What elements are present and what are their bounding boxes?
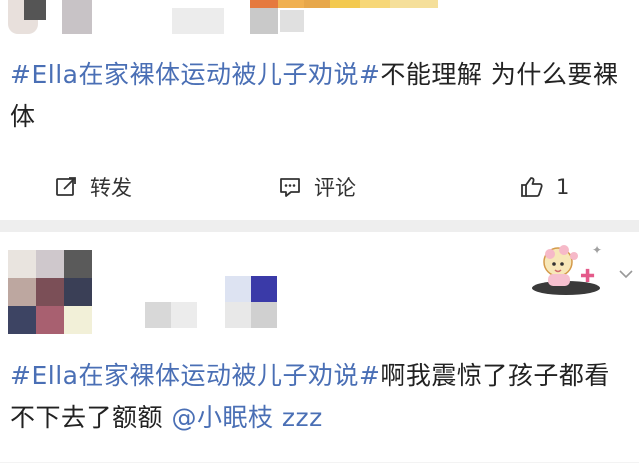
username-redacted[interactable] bbox=[145, 278, 225, 332]
card-divider bbox=[0, 220, 639, 232]
avatar[interactable] bbox=[8, 250, 92, 334]
thumbs-up-icon bbox=[520, 175, 544, 199]
post-card-1: #Ella在家裸体运动被儿子劝说#不能理解 为什么要裸体 转发 评论 1 bbox=[0, 0, 639, 220]
comment-label: 评论 bbox=[314, 176, 356, 200]
repost-button[interactable]: 转发 bbox=[54, 170, 132, 204]
chevron-down-icon[interactable] bbox=[618, 266, 634, 280]
hashtag-link[interactable]: #Ella在家裸体运动被儿子劝说# bbox=[10, 60, 380, 89]
badge-redacted bbox=[225, 276, 305, 332]
mention-suffix: zzz bbox=[273, 403, 323, 432]
repost-label: 转发 bbox=[90, 176, 132, 200]
share-edit-icon bbox=[54, 175, 78, 199]
mention-link[interactable]: @小眠枝 bbox=[171, 403, 273, 432]
post-text: #Ella在家裸体运动被儿子劝说#不能理解 为什么要裸体 bbox=[10, 54, 630, 138]
hashtag-link[interactable]: #Ella在家裸体运动被儿子劝说# bbox=[10, 361, 380, 390]
svg-text:✚: ✚ bbox=[580, 266, 595, 287]
like-count: 1 bbox=[556, 175, 570, 199]
divider bbox=[0, 462, 639, 463]
comment-button[interactable]: 评论 bbox=[278, 170, 356, 204]
post-text: #Ella在家裸体运动被儿子劝说#啊我震惊了孩子都看不下去了额额 @小眠枝 zz… bbox=[10, 355, 630, 439]
like-button[interactable]: 1 bbox=[520, 170, 569, 204]
username-redacted[interactable] bbox=[172, 8, 224, 34]
sticker-decoration: ✚ ✦ bbox=[528, 240, 608, 296]
badge-redacted bbox=[250, 0, 440, 36]
comment-icon bbox=[278, 175, 302, 199]
svg-text:✦: ✦ bbox=[592, 243, 602, 257]
avatar[interactable] bbox=[0, 0, 100, 36]
